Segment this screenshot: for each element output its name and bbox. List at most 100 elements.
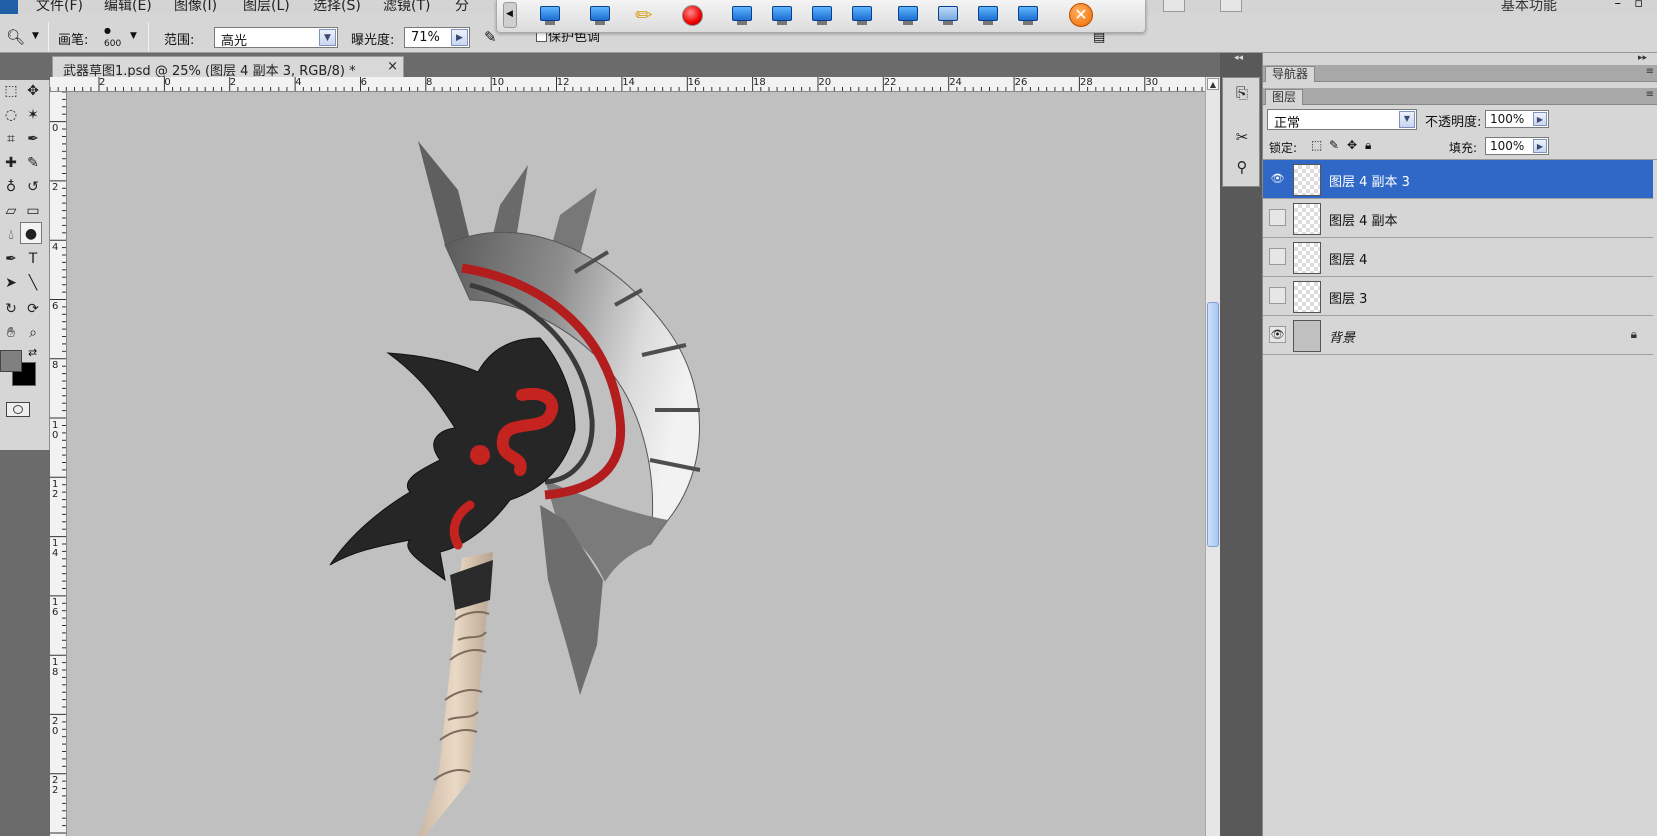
lock-all-icon[interactable]: 🔒︎ [1365,138,1371,153]
image-button[interactable] [933,2,963,28]
magic-wand-tool-icon[interactable]: ✶ [22,104,44,126]
3d-rotate-tool-icon[interactable]: ↻ [0,298,22,320]
foreground-color-swatch[interactable] [0,350,22,372]
history-panel-icon[interactable]: ⎘ [1231,82,1253,104]
eye-icon[interactable]: 👁︎ [1269,170,1286,187]
brush-dot-icon[interactable]: ● [104,26,111,35]
visibility-toggle[interactable] [1269,248,1286,265]
scroll-up-icon[interactable]: ▲ [1207,78,1219,90]
record-button[interactable] [677,2,707,28]
multi-window-button[interactable] [807,2,837,28]
brush-tool-icon[interactable]: ✎ [22,152,44,174]
tool-presets-icon[interactable]: ✂ [1231,126,1253,148]
lock-pixels-icon[interactable]: ✎ [1329,138,1339,152]
path-selection-tool-icon[interactable]: ➤ [0,272,22,294]
arrange-documents-button[interactable] [1163,0,1185,12]
exposure-label: 曝光度: [351,33,395,48]
camera-button[interactable] [893,2,923,28]
layer-row[interactable]: 图层 4 副本 [1263,199,1653,238]
pen-button[interactable]: ✏ [631,2,661,28]
scrollbar-thumb[interactable] [1207,302,1219,547]
quick-mask-button[interactable] [6,402,30,417]
toolbar-collapse-button[interactable]: ◀ [503,2,517,28]
minimize-icon[interactable]: – [1615,0,1622,11]
document-tab[interactable]: 武器草图1.psd @ 25% (图层 4 副本 3, RGB/8) * × [52,56,404,79]
brush-dropdown-icon[interactable]: ▼ [130,31,137,41]
fill-field[interactable]: 100% ▶ [1485,137,1549,155]
exposure-field[interactable]: 71% ▶ [404,27,470,48]
range-select[interactable]: 高光 ▼ [214,27,338,49]
menu-image[interactable]: 图像(I) [174,0,217,14]
3d-orbit-tool-icon[interactable]: ⟳ [22,298,44,320]
tab-layers[interactable]: 图层 [1265,89,1304,105]
hand-tool-icon[interactable]: ✋︎ [0,322,22,344]
window-capture-button[interactable] [727,2,757,28]
lasso-tool-icon[interactable]: ◌ [0,104,22,126]
layer-row[interactable]: 图层 3 [1263,277,1653,316]
visibility-toggle[interactable] [1269,287,1286,304]
panel-menu-icon[interactable]: ≡ [1646,66,1654,77]
document-canvas[interactable] [67,92,1205,836]
move-tool-icon[interactable]: ✥ [22,80,44,102]
menu-analysis[interactable]: 分 [455,0,469,14]
chevron-right-icon: ▶ [451,29,468,46]
document-button[interactable] [973,2,1003,28]
lock-label: 锁定: [1269,141,1298,155]
layer-row[interactable]: 👁︎ 背景 🔒︎ [1263,316,1653,355]
lock-transparency-icon[interactable]: ⬚ [1311,138,1322,152]
tab-close-icon[interactable]: × [387,59,398,74]
opacity-field[interactable]: 100% ▶ [1485,110,1549,128]
healing-brush-tool-icon[interactable]: ✚ [0,152,22,174]
layer-row[interactable]: 图层 4 [1263,238,1653,277]
full-screen-button[interactable] [847,2,877,28]
workspace-switcher[interactable]: 基本功能 [1501,0,1557,14]
type-tool-icon[interactable]: T [22,248,44,270]
settings-button[interactable] [1013,2,1043,28]
close-recorder-button[interactable]: ✕ [1065,2,1095,28]
menu-select[interactable]: 选择(S) [313,0,361,14]
horizontal-ruler[interactable]: 2 0 2 4 6 8 10 12 14 16 18 20 22 24 26 28 30 [50,77,1205,92]
eye-icon[interactable]: 👁︎ [1269,326,1286,343]
lock-icon: 🔒︎ [1630,327,1637,341]
tab-navigator[interactable]: 导航器 [1265,66,1316,82]
eraser-tool-icon[interactable]: ▱ [0,200,22,222]
dodge-tool-icon[interactable]: ● [20,222,42,244]
brush-size[interactable]: 600 [104,39,121,49]
zoom-tool-icon[interactable]: ⌕ [22,322,44,344]
blur-tool-icon[interactable]: 💧︎ [0,224,22,246]
ruler-label: 12 [556,77,570,88]
clone-source-icon[interactable]: ⚲ [1231,156,1253,178]
pen-tool-icon[interactable]: ✒ [0,248,22,270]
restore-icon[interactable]: ▫ [1634,0,1643,11]
blend-mode-select[interactable]: 正常 ▼ [1267,109,1417,131]
screen-mode-button[interactable] [1220,0,1242,12]
region-capture-button[interactable] [767,2,797,28]
screen-capture-button[interactable] [535,2,565,28]
clone-stamp-tool-icon[interactable]: ♁ [0,176,22,198]
airbrush-icon[interactable]: ✎ [484,28,497,46]
history-brush-tool-icon[interactable]: ↺ [22,176,44,198]
crop-tool-icon[interactable]: ⌗ [0,128,22,150]
menu-edit[interactable]: 编辑(E) [104,0,152,14]
lock-position-icon[interactable]: ✥ [1347,138,1357,152]
marquee-tool-icon[interactable]: ⬚ [0,80,22,102]
dodge-tool-preset-icon[interactable]: 🔍︎ [6,28,25,46]
eyedropper-tool-icon[interactable]: ✒ [22,128,44,150]
menu-file[interactable]: 文件(F) [36,0,83,14]
expand-panels-icon[interactable]: ▸▸ [1638,53,1647,63]
layer-row[interactable]: 👁︎ 图层 4 副本 3 [1263,160,1653,199]
swap-colors-icon[interactable]: ⇄ [28,346,37,359]
menu-layer[interactable]: 图层(L) [243,0,290,14]
preset-dropdown-icon[interactable]: ▼ [32,31,39,41]
menu-filter[interactable]: 滤镜(T) [383,0,430,14]
gradient-tool-icon[interactable]: ▭ [22,200,44,222]
line-tool-icon[interactable]: ╲ [22,272,44,294]
canvas-vertical-scrollbar[interactable]: ▲ [1205,77,1220,836]
audio-capture-button[interactable] [585,2,615,28]
panel-menu-icon[interactable]: ≡ [1646,89,1654,100]
layer-name: 图层 3 [1329,292,1368,307]
vertical-ruler[interactable]: 0 2 4 6 8 10 12 14 16 18 20 22 [50,92,67,836]
visibility-toggle[interactable] [1269,209,1286,226]
ruler-label: 2 [229,77,237,88]
collapse-dock-icon[interactable]: ◂◂ [1234,53,1243,63]
